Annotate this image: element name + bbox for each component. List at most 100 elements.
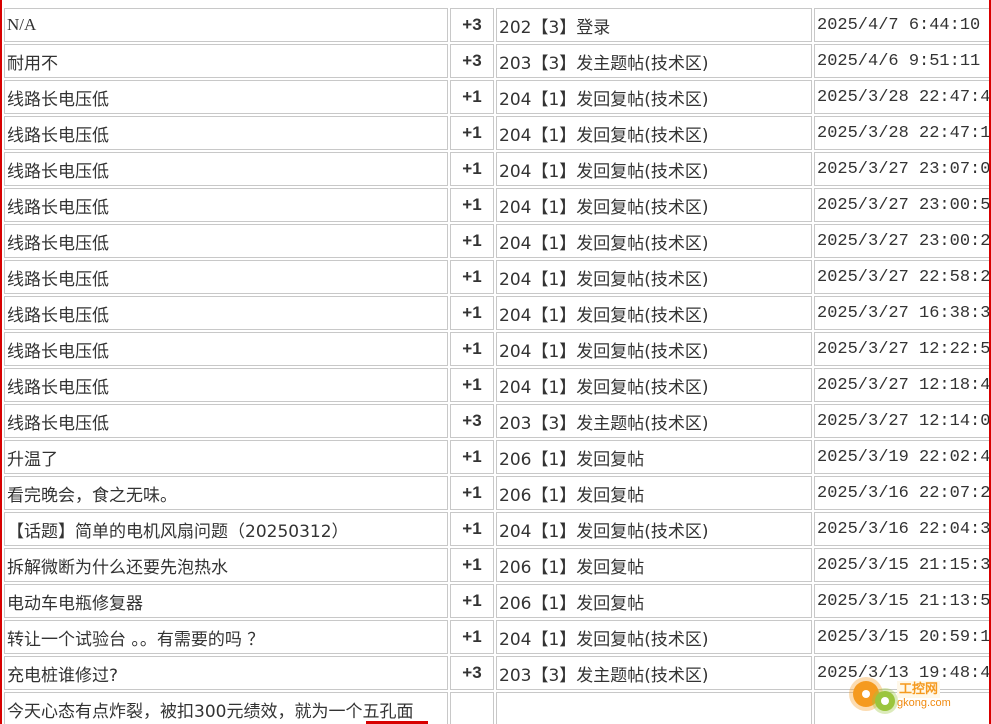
- row-action: 204【1】发回复帖(技术区): [496, 332, 812, 366]
- row-points: +1: [450, 260, 494, 294]
- row-title-link[interactable]: N/A: [4, 8, 448, 42]
- row-action: 203【3】发主题帖(技术区): [496, 404, 812, 438]
- row-points: +1: [450, 224, 494, 258]
- table-row: 线路长电压低 +1 204【1】发回复帖(技术区) 2025/3/28 22:47:4…: [4, 80, 989, 114]
- row-title-link[interactable]: 线路长电压低: [4, 116, 448, 150]
- row-time: 2025/3/28 22:47:11: [814, 116, 989, 150]
- table-row: 线路长电压低 +1 204【1】发回复帖(技术区) 2025/3/28 22:47:1…: [4, 116, 989, 150]
- table-row: N/A +3 202【3】登录 2025/4/7 6:44:10: [4, 8, 989, 42]
- row-time: 2025/3/27 22:58:20: [814, 260, 989, 294]
- row-time: 2025/3/19 22:02:48: [814, 440, 989, 474]
- table-row: 今天心态有点炸裂，被扣300元绩效，就为一个五孔面: [4, 692, 989, 724]
- row-action: 204【1】发回复帖(技术区): [496, 620, 812, 654]
- row-title-link[interactable]: 线路长电压低: [4, 188, 448, 222]
- row-time: 2025/3/27 12:14:07: [814, 404, 989, 438]
- row-action: 204【1】发回复帖(技术区): [496, 80, 812, 114]
- row-points: +3: [450, 44, 494, 78]
- table-row: 电动车电瓶修复器 +1 206【1】发回复帖 2025/3/15 21:13:59: [4, 584, 989, 618]
- row-title-link[interactable]: 线路长电压低: [4, 368, 448, 402]
- row-points: +1: [450, 332, 494, 366]
- row-title-link[interactable]: 今天心态有点炸裂，被扣300元绩效，就为一个五孔面: [4, 692, 448, 724]
- table-row: 线路长电压低 +1 204【1】发回复帖(技术区) 2025/3/27 16:38:3…: [4, 296, 989, 330]
- row-title-link[interactable]: 电动车电瓶修复器: [4, 584, 448, 618]
- row-action: 203【3】发主题帖(技术区): [496, 656, 812, 690]
- table-row: 线路长电压低 +1 204【1】发回复帖(技术区) 2025/3/27 23:00:2…: [4, 224, 989, 258]
- row-action: 204【1】发回复帖(技术区): [496, 512, 812, 546]
- row-title-link[interactable]: 耐用不: [4, 44, 448, 78]
- row-action: 204【1】发回复帖(技术区): [496, 260, 812, 294]
- row-points: +3: [450, 656, 494, 690]
- row-points: +1: [450, 80, 494, 114]
- row-action: 204【1】发回复帖(技术区): [496, 116, 812, 150]
- row-action: [496, 692, 812, 724]
- row-title-link[interactable]: 转让一个试验台 。。有需要的吗 ？: [4, 620, 448, 654]
- row-time: 2025/3/16 22:04:31: [814, 512, 989, 546]
- row-title-link[interactable]: 充电桩谁修过?: [4, 656, 448, 690]
- table-row: 看完晚会，食之无味。 +1 206【1】发回复帖 2025/3/16 22:07:29: [4, 476, 989, 510]
- gear-small-icon: [875, 691, 895, 711]
- row-action: 204【1】发回复帖(技术区): [496, 188, 812, 222]
- row-title-link[interactable]: 升温了: [4, 440, 448, 474]
- watermark-text: 工控网 gkong.com: [897, 680, 951, 709]
- row-time: 2025/3/16 22:07:29: [814, 476, 989, 510]
- row-time: 2025/4/7 6:44:10: [814, 8, 989, 42]
- row-points: +1: [450, 296, 494, 330]
- row-action: 204【1】发回复帖(技术区): [496, 152, 812, 186]
- row-title-link[interactable]: 拆解微断为什么还要先泡热水: [4, 548, 448, 582]
- table-row: 线路长电压低 +1 204【1】发回复帖(技术区) 2025/3/27 23:07:0…: [4, 152, 989, 186]
- row-points: +3: [450, 8, 494, 42]
- table-row: 线路长电压低 +1 204【1】发回复帖(技术区) 2025/3/27 22:58:2…: [4, 260, 989, 294]
- row-time: 2025/3/27 16:38:37: [814, 296, 989, 330]
- row-time: 2025/3/15 21:15:35: [814, 548, 989, 582]
- row-time: 2025/3/27 12:18:44: [814, 368, 989, 402]
- row-points: +3: [450, 404, 494, 438]
- row-points: +1: [450, 368, 494, 402]
- row-title-link[interactable]: 线路长电压低: [4, 296, 448, 330]
- table-row: 充电桩谁修过? +3 203【3】发主题帖(技术区) 2025/3/13 19:48:…: [4, 656, 989, 690]
- table-row: 耐用不 +3 203【3】发主题帖(技术区) 2025/4/6 9:51:11: [4, 44, 989, 78]
- row-time: 2025/3/27 23:00:52: [814, 188, 989, 222]
- row-points: +1: [450, 476, 494, 510]
- row-title-link[interactable]: 线路长电压低: [4, 332, 448, 366]
- row-points: +1: [450, 188, 494, 222]
- row-title-link[interactable]: 看完晚会，食之无味。: [4, 476, 448, 510]
- row-time: 2025/3/15 21:13:59: [814, 584, 989, 618]
- row-action: 204【1】发回复帖(技术区): [496, 368, 812, 402]
- table-row: 拆解微断为什么还要先泡热水 +1 206【1】发回复帖 2025/3/15 21:15…: [4, 548, 989, 582]
- row-points: +1: [450, 440, 494, 474]
- row-action: 206【1】发回复帖: [496, 584, 812, 618]
- points-log-body: N/A +3 202【3】登录 2025/4/7 6:44:10 耐用不 +3 203【3】…: [4, 8, 989, 724]
- watermark-en: gkong.com: [897, 696, 951, 709]
- row-action: 206【1】发回复帖: [496, 476, 812, 510]
- table-row: 线路长电压低 +1 204【1】发回复帖(技术区) 2025/3/27 23:00:5…: [4, 188, 989, 222]
- row-action: 206【1】发回复帖: [496, 548, 812, 582]
- row-action: 203【3】发主题帖(技术区): [496, 44, 812, 78]
- row-title-link[interactable]: 线路长电压低: [4, 152, 448, 186]
- row-time: 2025/3/27 12:22:52: [814, 332, 989, 366]
- row-points: +1: [450, 512, 494, 546]
- row-points: +1: [450, 584, 494, 618]
- row-title-link[interactable]: 线路长电压低: [4, 80, 448, 114]
- watermark: 工控网 gkong.com: [853, 674, 983, 714]
- row-points: +1: [450, 116, 494, 150]
- row-points: +1: [450, 152, 494, 186]
- row-action: 206【1】发回复帖: [496, 440, 812, 474]
- table-row: 转让一个试验台 。。有需要的吗 ？ +1 204【1】发回复帖(技术区) 2025/3…: [4, 620, 989, 654]
- row-title-link[interactable]: 线路长电压低: [4, 224, 448, 258]
- table-row: 线路长电压低 +1 204【1】发回复帖(技术区) 2025/3/27 12:18:4…: [4, 368, 989, 402]
- row-title-link[interactable]: 【话题】简单的电机风扇问题（20250312）: [4, 512, 448, 546]
- row-time: 2025/3/15 20:59:17: [814, 620, 989, 654]
- row-points: +1: [450, 548, 494, 582]
- table-row: 线路长电压低 +3 203【3】发主题帖(技术区) 2025/3/27 12:14:0…: [4, 404, 989, 438]
- row-action: 204【1】发回复帖(技术区): [496, 296, 812, 330]
- row-time: 2025/4/6 9:51:11: [814, 44, 989, 78]
- row-points: [450, 692, 494, 724]
- row-title-link[interactable]: 线路长电压低: [4, 404, 448, 438]
- points-log-table: N/A +3 202【3】登录 2025/4/7 6:44:10 耐用不 +3 203【3】…: [2, 6, 989, 724]
- row-action: 204【1】发回复帖(技术区): [496, 224, 812, 258]
- row-title-link[interactable]: 线路长电压低: [4, 260, 448, 294]
- table-row: 【话题】简单的电机风扇问题（20250312） +1 204【1】发回复帖(技术区)…: [4, 512, 989, 546]
- log-frame: N/A +3 202【3】登录 2025/4/7 6:44:10 耐用不 +3 203【3】…: [0, 0, 991, 724]
- row-action: 202【3】登录: [496, 8, 812, 42]
- watermark-cn: 工控网: [897, 680, 941, 698]
